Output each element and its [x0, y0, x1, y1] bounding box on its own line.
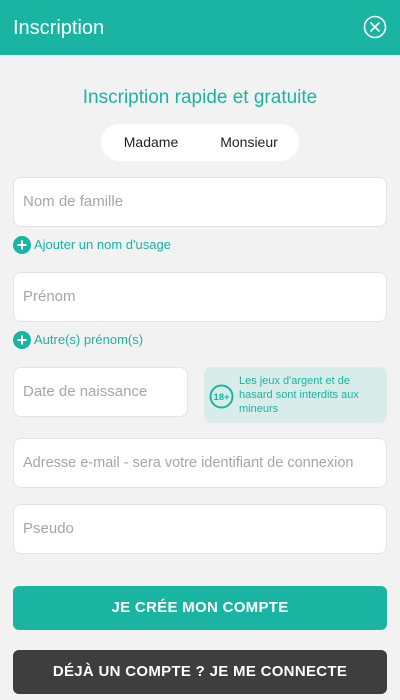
login-button[interactable]: DÉJÀ UN COMPTE ? JE ME CONNECTE — [13, 650, 387, 694]
create-account-button[interactable]: JE CRÉE MON COMPTE — [13, 586, 387, 630]
add-usage-name-label: Ajouter un nom d'usage — [34, 237, 171, 252]
first-name-field[interactable]: Prénom — [13, 272, 387, 322]
birth-date-field[interactable]: Date de naissance — [13, 367, 188, 417]
age-18-plus-icon: 18+ — [209, 384, 234, 409]
email-field[interactable]: Adresse e-mail - sera votre identifiant … — [13, 438, 387, 488]
pseudo-placeholder: Pseudo — [23, 520, 74, 537]
gender-option-monsieur[interactable]: Monsieur — [205, 124, 293, 161]
form-subtitle: Inscription rapide et gratuite — [82, 87, 318, 108]
close-icon[interactable] — [363, 15, 387, 39]
pseudo-field[interactable]: Pseudo — [13, 504, 387, 554]
header-title: Inscription — [13, 17, 105, 39]
last-name-field[interactable]: Nom de famille — [13, 177, 387, 227]
age-notice-text: Les jeux d'argent et de hasard sont inte… — [239, 375, 359, 415]
gender-option-madame[interactable]: Madame — [109, 124, 193, 161]
first-name-placeholder: Prénom — [23, 288, 76, 305]
age-restriction-notice: 18+ Les jeux d'argent et de hasard sont … — [204, 367, 387, 423]
birth-date-placeholder: Date de naissance — [23, 383, 148, 400]
gender-toggle: Madame Monsieur — [101, 124, 299, 161]
last-name-placeholder: Nom de famille — [23, 193, 124, 210]
email-placeholder: Adresse e-mail - sera votre identifiant … — [23, 455, 354, 471]
plus-circle-icon — [13, 236, 31, 254]
app-header: Inscription — [0, 0, 400, 55]
age-badge-text: 18+ — [213, 392, 230, 403]
add-other-first-names-label: Autre(s) prénom(s) — [34, 332, 144, 347]
plus-circle-icon — [13, 331, 31, 349]
